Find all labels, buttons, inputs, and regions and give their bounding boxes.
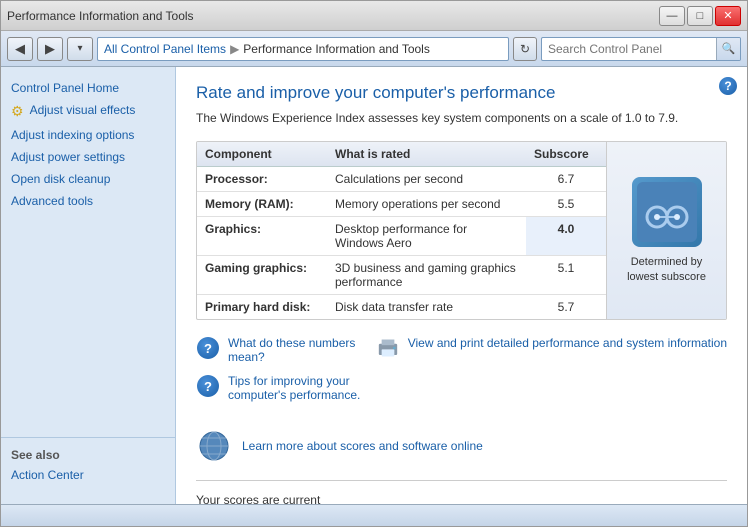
window-title: Performance Information and Tools [7,9,659,23]
subscore-ram: 5.5 [526,192,606,217]
learn-more-link[interactable]: Learn more about scores and software onl… [242,439,483,453]
visual-effects-link[interactable]: Adjust visual effects [30,103,136,117]
status-text: Your scores are current Last update: 10/… [196,491,368,504]
question-icon-1: ? [196,336,220,360]
link-row-tips: ? Tips for improving your computer's per… [196,374,366,402]
what-graphics: Desktop performance for Windows Aero [327,217,526,256]
what-ram: Memory operations per second [327,192,526,217]
subscore-disk: 5.7 [526,295,606,320]
component-processor: Processor: [197,167,327,192]
sidebar-item-action-center[interactable]: Action Center [11,466,165,484]
content-area: ? Rate and improve your computer's perfo… [176,67,747,504]
score-table: Component What is rated Subscore Process… [197,142,606,319]
tips-link[interactable]: Tips for improving your computer's perfo… [228,374,360,402]
view-print-link[interactable]: View and print detailed performance and … [408,336,727,350]
learn-more-link-text: Learn more about scores and software onl… [242,439,483,453]
see-also-section: See also Action Center [1,437,175,494]
table-row: Primary hard disk: Disk data transfer ra… [197,295,606,320]
table-row: Gaming graphics: 3D business and gaming … [197,256,606,295]
search-icon[interactable]: 🔍 [716,38,740,60]
disk-link[interactable]: Open disk cleanup [11,172,110,186]
col-subscore: Subscore [526,142,606,167]
forward-button[interactable]: ▶ [37,37,63,61]
what-processor: Calculations per second [327,167,526,192]
scores-current: Your scores are current [196,491,368,504]
links-area: ? What do these numbers mean? ? Tips for… [196,336,727,412]
base-score-label: Determined by lowest subscore [617,255,716,284]
tips-link-text: Tips for improving your computer's perfo… [228,374,366,402]
component-graphics: Graphics: [197,217,327,256]
home-label: Control Panel Home [11,81,119,95]
sidebar-item-indexing[interactable]: Adjust indexing options [1,124,175,146]
col-component: Component [197,142,327,167]
back-button[interactable]: ◀ [7,37,33,61]
component-gaming: Gaming graphics: [197,256,327,295]
table-row: Memory (RAM): Memory operations per seco… [197,192,606,217]
page-subtitle: The Windows Experience Index assesses ke… [196,111,727,125]
titlebar: Performance Information and Tools — □ ✕ [1,1,747,31]
page-title: Rate and improve your computer's perform… [196,83,727,103]
window-statusbar [1,504,747,526]
breadcrumb: All Control Panel Items ▶ Performance In… [104,42,502,56]
sidebar-item-power[interactable]: Adjust power settings [1,146,175,168]
search-input[interactable] [542,42,716,56]
address-box[interactable]: All Control Panel Items ▶ Performance In… [97,37,509,61]
question-icon-2: ? [196,374,220,398]
col-what: What is rated [327,142,526,167]
component-ram: Memory (RAM): [197,192,327,217]
globe-svg [196,428,232,464]
sidebar-item-home[interactable]: Control Panel Home [1,77,175,99]
what-numbers-link[interactable]: What do these numbers mean? [228,336,355,364]
indexing-link[interactable]: Adjust indexing options [11,128,134,142]
what-disk: Disk data transfer rate [327,295,526,320]
learn-icon [196,428,232,464]
minimize-button[interactable]: — [659,6,685,26]
table-row: Processor: Calculations per second 6.7 [197,167,606,192]
titlebar-buttons: — □ ✕ [659,6,741,26]
breadcrumb-item-1[interactable]: All Control Panel Items [104,42,226,56]
table-row: Graphics: Desktop performance for Window… [197,217,606,256]
gear-icon: ⚙ [11,103,24,120]
subscore-gaming: 5.1 [526,256,606,295]
what-numbers-link-text: What do these numbers mean? [228,336,366,364]
right-links: View and print detailed performance and … [376,336,727,412]
link-row-numbers: ? What do these numbers mean? [196,336,366,364]
advanced-link[interactable]: Advanced tools [11,194,93,208]
breadcrumb-sep: ▶ [230,42,239,56]
breadcrumb-item-2: Performance Information and Tools [243,42,430,56]
help-icon[interactable]: ? [719,77,737,95]
power-link[interactable]: Adjust power settings [11,150,125,164]
maximize-button[interactable]: □ [687,6,713,26]
view-print-link-text: View and print detailed performance and … [408,336,727,350]
sidebar-item-disk[interactable]: Open disk cleanup [1,168,175,190]
component-disk: Primary hard disk: [197,295,327,320]
addressbar: ◀ ▶ ▾ All Control Panel Items ▶ Performa… [1,31,747,67]
action-center-link[interactable]: Action Center [11,468,84,482]
sidebar-item-advanced[interactable]: Advanced tools [1,190,175,212]
see-also-label: See also [11,448,165,462]
main-window: Performance Information and Tools — □ ✕ … [0,0,748,527]
status-bar: Your scores are current Last update: 10/… [196,480,727,504]
base-score-panel: Determined by lowest subscore [606,142,726,319]
dropdown-button[interactable]: ▾ [67,37,93,61]
main-area: Control Panel Home ⚙ Adjust visual effec… [1,67,747,504]
search-box[interactable]: 🔍 [541,37,741,61]
sidebar-item-visual-effects[interactable]: ⚙ Adjust visual effects [1,99,175,124]
subscore-processor: 6.7 [526,167,606,192]
performance-graphic [637,182,697,242]
view-print-row: View and print detailed performance and … [376,336,727,360]
what-gaming: 3D business and gaming graphics performa… [327,256,526,295]
learn-row: Learn more about scores and software onl… [196,428,727,464]
base-score-icon [632,177,702,247]
close-button[interactable]: ✕ [715,6,741,26]
subscore-graphics: 4.0 [526,217,606,256]
printer-icon [376,336,400,360]
score-table-wrapper: Component What is rated Subscore Process… [196,141,727,320]
sidebar: Control Panel Home ⚙ Adjust visual effec… [1,67,176,504]
printer-svg [376,334,400,362]
refresh-button[interactable]: ↻ [513,37,537,61]
left-links: ? What do these numbers mean? ? Tips for… [196,336,366,412]
